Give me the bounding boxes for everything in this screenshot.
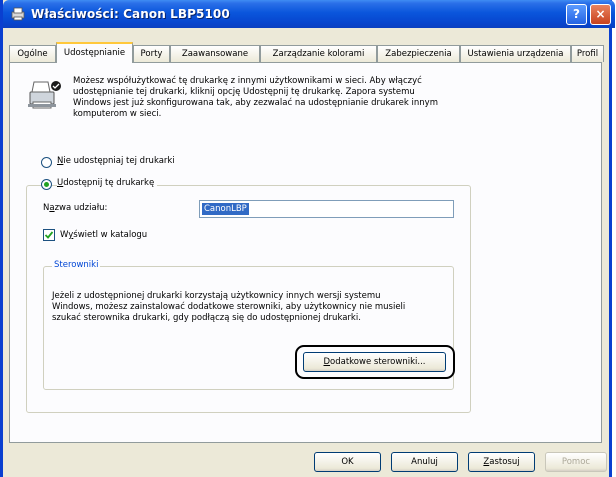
tab-color-management[interactable]: Zarządzanie kolorami: [260, 45, 377, 62]
additional-drivers-button[interactable]: Dodatkowe sterowniki...: [303, 352, 446, 372]
description-line: Windows jest już skonfigurowana tak, aby…: [73, 98, 438, 108]
drivers-description: Jeżeli z udostępnionej drukarki korzysta…: [52, 291, 437, 324]
sharing-description: Możesz współużytkować tę drukarkę z inny…: [73, 76, 458, 120]
tab-security[interactable]: Zabezpieczenia: [377, 45, 460, 62]
tab-advanced[interactable]: Zaawansowane: [170, 45, 260, 62]
checkmark-icon: [44, 231, 54, 239]
description-line: Windows, możesz zainstalować dodatkowe s…: [52, 302, 406, 312]
help-footer-button[interactable]: Pomoc: [545, 452, 607, 472]
radio-no-share[interactable]: [41, 157, 52, 168]
description-line: Możesz współużytkować tę drukarkę z inny…: [73, 76, 422, 86]
share-name-input[interactable]: CanonLBP: [199, 200, 454, 218]
drivers-group-label: Sterowniki: [52, 260, 101, 270]
apply-button[interactable]: Zastosuj: [468, 452, 535, 472]
description-line: udostępnianie tej drukarki, kliknij opcj…: [73, 87, 415, 97]
close-button[interactable]: ×: [590, 4, 611, 25]
tab-device-settings[interactable]: Ustawienia urządzenia: [460, 45, 571, 62]
share-name-label: Nazwa udziału:: [43, 203, 108, 213]
radio-share-label[interactable]: Udostępnij tę drukarkę: [57, 178, 158, 188]
description-line: komputerom w sieci.: [73, 109, 162, 119]
tab-ports[interactable]: Porty: [133, 45, 170, 62]
help-button[interactable]: ?: [566, 4, 587, 25]
share-name-value: CanonLBP: [202, 203, 249, 215]
window-title: Właściwości: Canon LBP5100: [31, 7, 230, 21]
description-line: szukać sterownika drukarki, gdy podłączą…: [52, 313, 361, 323]
list-in-directory-checkbox[interactable]: [43, 229, 55, 241]
radio-share[interactable]: [41, 179, 52, 190]
printer-icon: [11, 7, 25, 21]
cancel-button[interactable]: Anuluj: [391, 452, 458, 472]
tab-profile[interactable]: Profil: [571, 45, 604, 62]
ok-button[interactable]: OK: [314, 452, 381, 472]
tab-sharing[interactable]: Udostępnianie: [56, 42, 133, 63]
title-bar[interactable]: Właściwości: Canon LBP5100 ? ×: [3, 0, 615, 28]
list-in-directory-label[interactable]: Wyświetl w katalogu: [60, 230, 147, 240]
shared-printer-icon: [28, 81, 61, 109]
tab-general[interactable]: Ogólne: [9, 45, 56, 62]
radio-no-share-label[interactable]: Nie udostępniaj tej drukarki: [57, 156, 175, 166]
description-line: Jeżeli z udostępnionej drukarki korzysta…: [52, 291, 381, 301]
